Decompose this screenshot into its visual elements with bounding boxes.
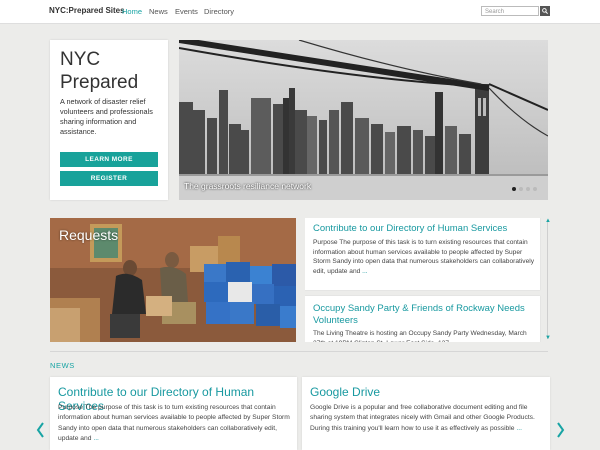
site-brand[interactable]: NYC:Prepared Sites (49, 6, 125, 15)
read-more-link[interactable]: ... (516, 425, 522, 432)
slide-dot-2[interactable] (519, 187, 523, 191)
chevron-left-icon[interactable] (36, 422, 45, 438)
slide-dot-1[interactable] (512, 187, 516, 191)
requests-scrollbar[interactable] (547, 221, 548, 339)
nav-events[interactable]: Events (175, 7, 198, 16)
learn-more-button[interactable]: LEARN MORE (60, 152, 158, 167)
request-item-body: The Living Theatre is hosting an Occupy … (313, 330, 527, 342)
slide-dot-4[interactable] (533, 187, 537, 191)
bridge-skyline-image (179, 40, 548, 200)
read-more-link[interactable]: ... (93, 435, 99, 442)
request-item-title[interactable]: Occupy Sandy Party & Friends of Rockway … (313, 303, 535, 327)
hero-slideshow-image[interactable] (179, 40, 548, 200)
request-item-title[interactable]: Contribute to our Directory of Human Ser… (313, 223, 507, 235)
news-card-body-text: Google Drive is a popular and free colla… (310, 404, 535, 432)
search-button[interactable] (540, 6, 550, 16)
slide-dot-3[interactable] (526, 187, 530, 191)
section-divider (50, 351, 548, 352)
search-input[interactable]: Search (481, 6, 539, 16)
news-card[interactable]: Contribute to our Directory of Human Ser… (50, 377, 297, 450)
hero-description: A network of disaster relief volunteers … (60, 97, 153, 136)
news-card-body: Purpose The purpose of this task is to t… (58, 403, 292, 444)
scroll-up-icon[interactable]: ▲ (545, 218, 551, 224)
register-button[interactable]: REGISTER (60, 171, 158, 186)
read-more-link[interactable]: ... (362, 268, 368, 275)
request-item[interactable]: Occupy Sandy Party & Friends of Rockway … (305, 296, 540, 342)
requests-label: Requests (59, 227, 119, 243)
request-item-body-text: Purpose The purpose of this task is to t… (313, 239, 535, 275)
hero-caption: The grassroots resiliance network (184, 181, 312, 191)
request-item-body: Purpose The purpose of this task is to t… (313, 238, 535, 276)
nav-news[interactable]: News (149, 7, 168, 16)
requests-list: Contribute to our Directory of Human Ser… (305, 218, 542, 342)
chevron-right-icon[interactable] (556, 422, 565, 438)
scroll-down-icon[interactable]: ▼ (545, 335, 551, 341)
nav-home[interactable]: Home (122, 7, 142, 16)
hero-title: NYC Prepared (60, 48, 164, 94)
news-card[interactable]: Google Drive Google Drive is a popular a… (302, 377, 550, 450)
search-icon (542, 8, 548, 14)
news-card-title[interactable]: Google Drive (310, 385, 546, 399)
news-card-body: Google Drive is a popular and free colla… (310, 403, 546, 434)
top-navbar: NYC:Prepared Sites Home News Events Dire… (0, 0, 600, 24)
nav-directory[interactable]: Directory (204, 7, 234, 16)
news-heading: NEWS (50, 361, 75, 370)
hero-title-line-1: NYC (60, 49, 101, 70)
request-item[interactable]: Contribute to our Directory of Human Ser… (305, 218, 540, 290)
hero-title-line-2: Prepared (60, 72, 139, 93)
